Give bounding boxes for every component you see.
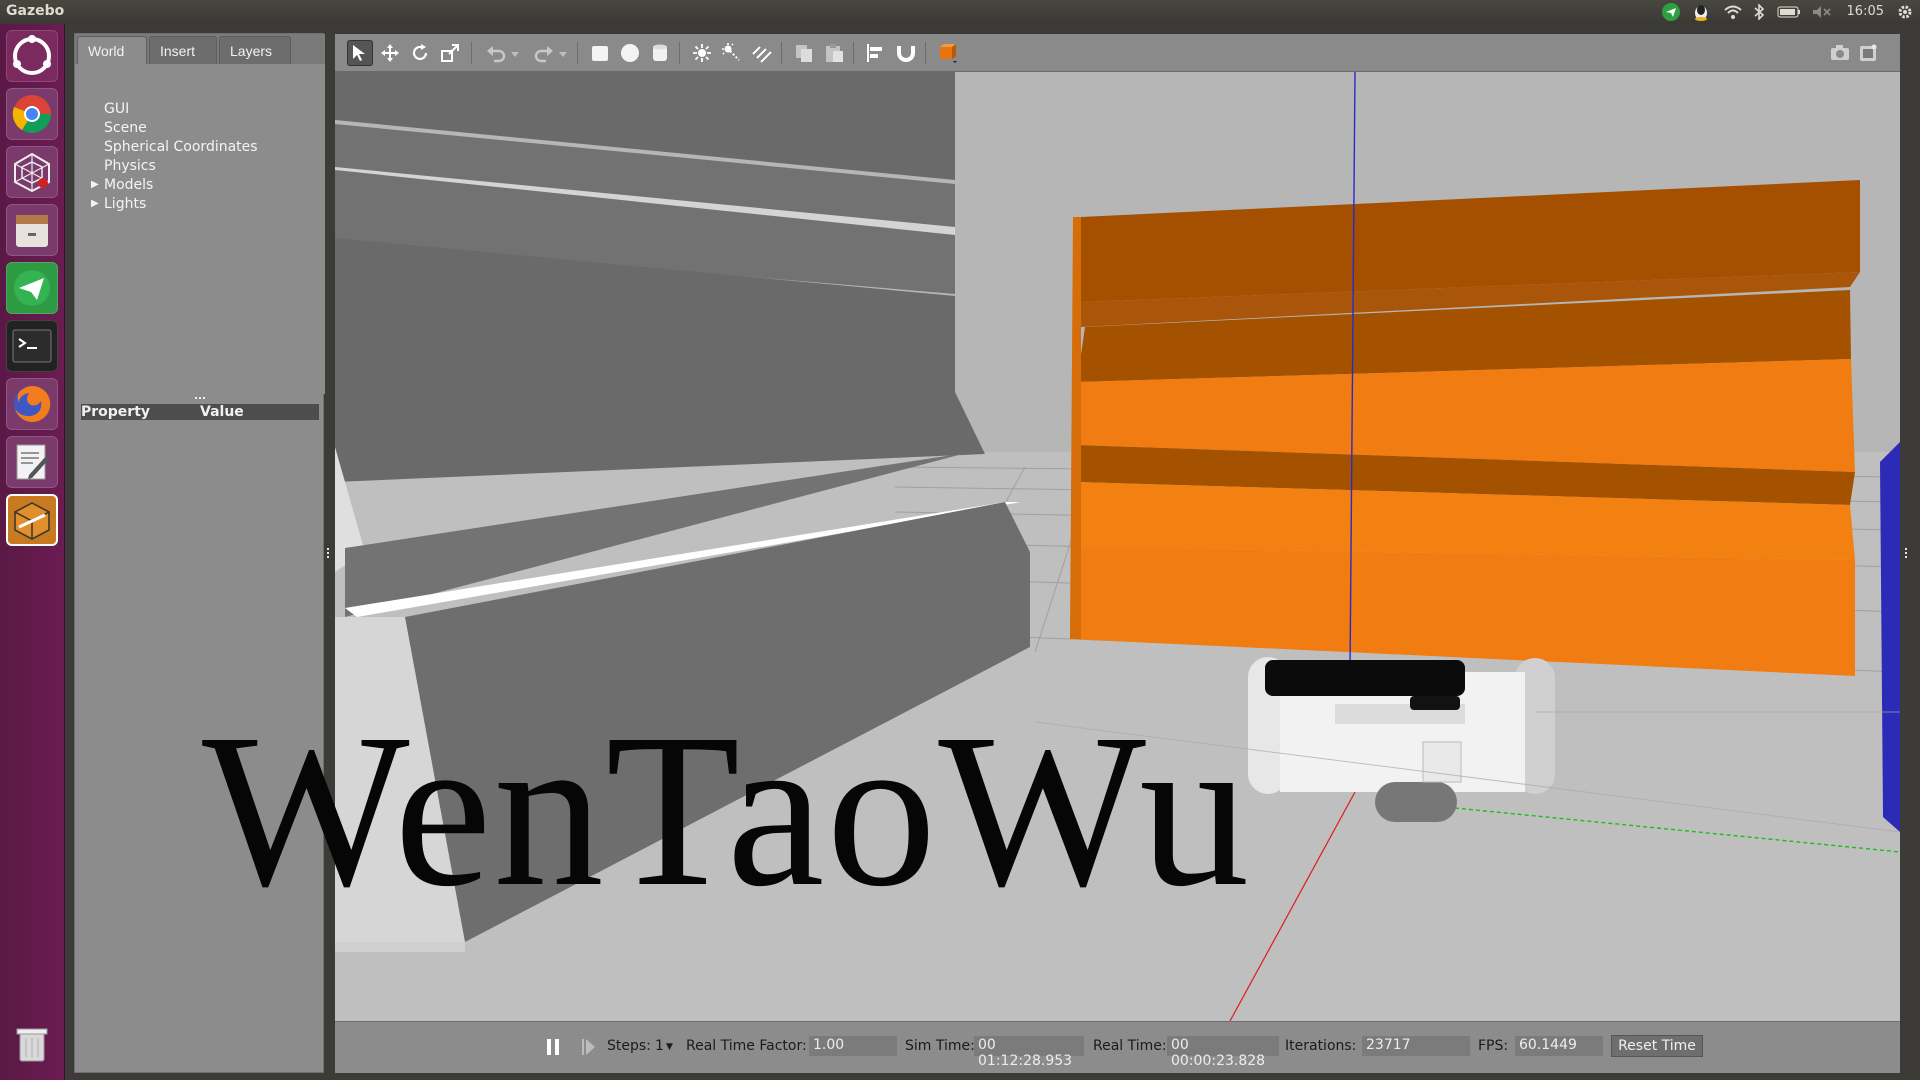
real-time-field: 00 00:00:23.828 bbox=[1167, 1036, 1279, 1069]
redo-history-dropdown-icon[interactable] bbox=[557, 40, 569, 66]
copy-icon[interactable] bbox=[791, 40, 817, 66]
world-tree: GUI Scene Spherical Coordinates Physics … bbox=[75, 64, 325, 394]
top-panel: Gazebo 16:05 bbox=[0, 0, 1920, 24]
wifi-icon[interactable] bbox=[1722, 2, 1744, 22]
align-icon[interactable] bbox=[863, 40, 889, 66]
app-title: Gazebo bbox=[6, 3, 65, 19]
render-toolbar bbox=[335, 34, 1900, 72]
terminal-icon[interactable] bbox=[6, 320, 58, 372]
tree-item-scene[interactable]: Scene bbox=[104, 120, 147, 136]
files-manager-icon[interactable] bbox=[6, 204, 58, 256]
tree-item-physics[interactable]: Physics bbox=[104, 158, 156, 174]
firefox-icon[interactable] bbox=[6, 378, 58, 430]
tab-world[interactable]: World bbox=[77, 36, 147, 64]
real-time-factor-label: Real Time Factor: bbox=[686, 1038, 807, 1054]
fps-field: 60.1449 bbox=[1515, 1036, 1603, 1056]
point-light-icon[interactable] bbox=[689, 40, 715, 66]
rotate-mode-icon[interactable] bbox=[407, 40, 433, 66]
property-table-header: Property Value bbox=[81, 404, 319, 420]
volume-muted-icon[interactable] bbox=[1810, 2, 1834, 22]
battery-icon[interactable] bbox=[1776, 2, 1802, 22]
iterations-label: Iterations: bbox=[1285, 1038, 1357, 1054]
expand-arrow-icon[interactable]: ▶ bbox=[91, 198, 99, 209]
trash-icon[interactable] bbox=[6, 1018, 58, 1070]
real-time-factor-field: 1.00 bbox=[809, 1036, 897, 1056]
cylinder-shape-icon[interactable] bbox=[647, 40, 673, 66]
paste-icon[interactable] bbox=[821, 40, 847, 66]
panel-tabs: World Insert Layers bbox=[75, 34, 325, 64]
panel-splitter-handle[interactable] bbox=[195, 397, 205, 401]
select-mode-icon[interactable] bbox=[347, 40, 373, 66]
undo-history-dropdown-icon[interactable] bbox=[509, 40, 521, 66]
property-column-header[interactable]: Property bbox=[81, 404, 150, 420]
tab-insert[interactable]: Insert bbox=[149, 36, 217, 64]
pause-icon[interactable] bbox=[545, 1037, 561, 1057]
undo-icon[interactable] bbox=[483, 40, 509, 66]
telegram-tray-icon[interactable] bbox=[1660, 2, 1682, 22]
step-icon[interactable] bbox=[581, 1037, 597, 1057]
unity-launcher bbox=[0, 24, 65, 1080]
tree-item-spherical-coordinates[interactable]: Spherical Coordinates bbox=[104, 139, 258, 155]
reset-time-button[interactable]: Reset Time bbox=[1611, 1035, 1703, 1057]
chrome-icon[interactable] bbox=[6, 88, 58, 140]
sim-time-label: Sim Time: bbox=[905, 1038, 975, 1054]
fps-label: FPS: bbox=[1478, 1038, 1509, 1054]
sim-time-field: 00 01:12:28.953 bbox=[974, 1036, 1084, 1069]
directional-light-icon[interactable] bbox=[749, 40, 775, 66]
tab-layers[interactable]: Layers bbox=[219, 36, 291, 64]
steps-dropdown-icon[interactable]: ▼ bbox=[666, 1042, 673, 1052]
tree-item-gui[interactable]: GUI bbox=[104, 101, 129, 117]
clock[interactable]: 16:05 bbox=[1847, 4, 1884, 19]
change-view-orange-cube-icon[interactable] bbox=[935, 40, 961, 66]
right-panel-resize-handle[interactable] bbox=[1905, 548, 1911, 558]
scale-mode-icon[interactable] bbox=[437, 40, 463, 66]
watermark-text: WenTaoWu bbox=[202, 688, 1252, 932]
tree-item-lights[interactable]: Lights bbox=[104, 196, 146, 212]
translate-mode-icon[interactable] bbox=[377, 40, 403, 66]
video-record-icon[interactable] bbox=[1855, 40, 1881, 66]
iterations-field: 23717 bbox=[1362, 1036, 1470, 1056]
gazebo-launcher-icon[interactable] bbox=[6, 494, 58, 546]
real-time-label: Real Time: bbox=[1093, 1038, 1167, 1054]
spot-light-icon[interactable] bbox=[719, 40, 745, 66]
value-column-header[interactable]: Value bbox=[200, 404, 244, 420]
telegram-launcher-icon[interactable] bbox=[6, 262, 58, 314]
settings-gear-icon[interactable] bbox=[1894, 2, 1916, 22]
redo-icon[interactable] bbox=[531, 40, 557, 66]
expand-arrow-icon[interactable]: ▶ bbox=[91, 179, 99, 190]
box-shape-icon[interactable] bbox=[587, 40, 613, 66]
screenshot-camera-icon[interactable] bbox=[1827, 40, 1853, 66]
steps-value[interactable]: 1 bbox=[655, 1038, 664, 1054]
qq-penguin-icon[interactable] bbox=[1690, 2, 1712, 22]
bluetooth-icon[interactable] bbox=[1750, 2, 1768, 22]
tree-item-models[interactable]: Models bbox=[104, 177, 153, 193]
simulation-status-bar: Steps: 1 ▼ Real Time Factor: 1.00 Sim Ti… bbox=[335, 1021, 1900, 1073]
ubuntu-dash-icon[interactable] bbox=[6, 30, 58, 82]
sphere-shape-icon[interactable] bbox=[617, 40, 643, 66]
spiderweb-app-icon[interactable] bbox=[6, 146, 58, 198]
steps-label: Steps: bbox=[607, 1038, 651, 1054]
snap-magnet-icon[interactable] bbox=[893, 40, 919, 66]
text-editor-icon[interactable] bbox=[6, 436, 58, 488]
left-panel-resize-handle[interactable] bbox=[327, 548, 333, 558]
